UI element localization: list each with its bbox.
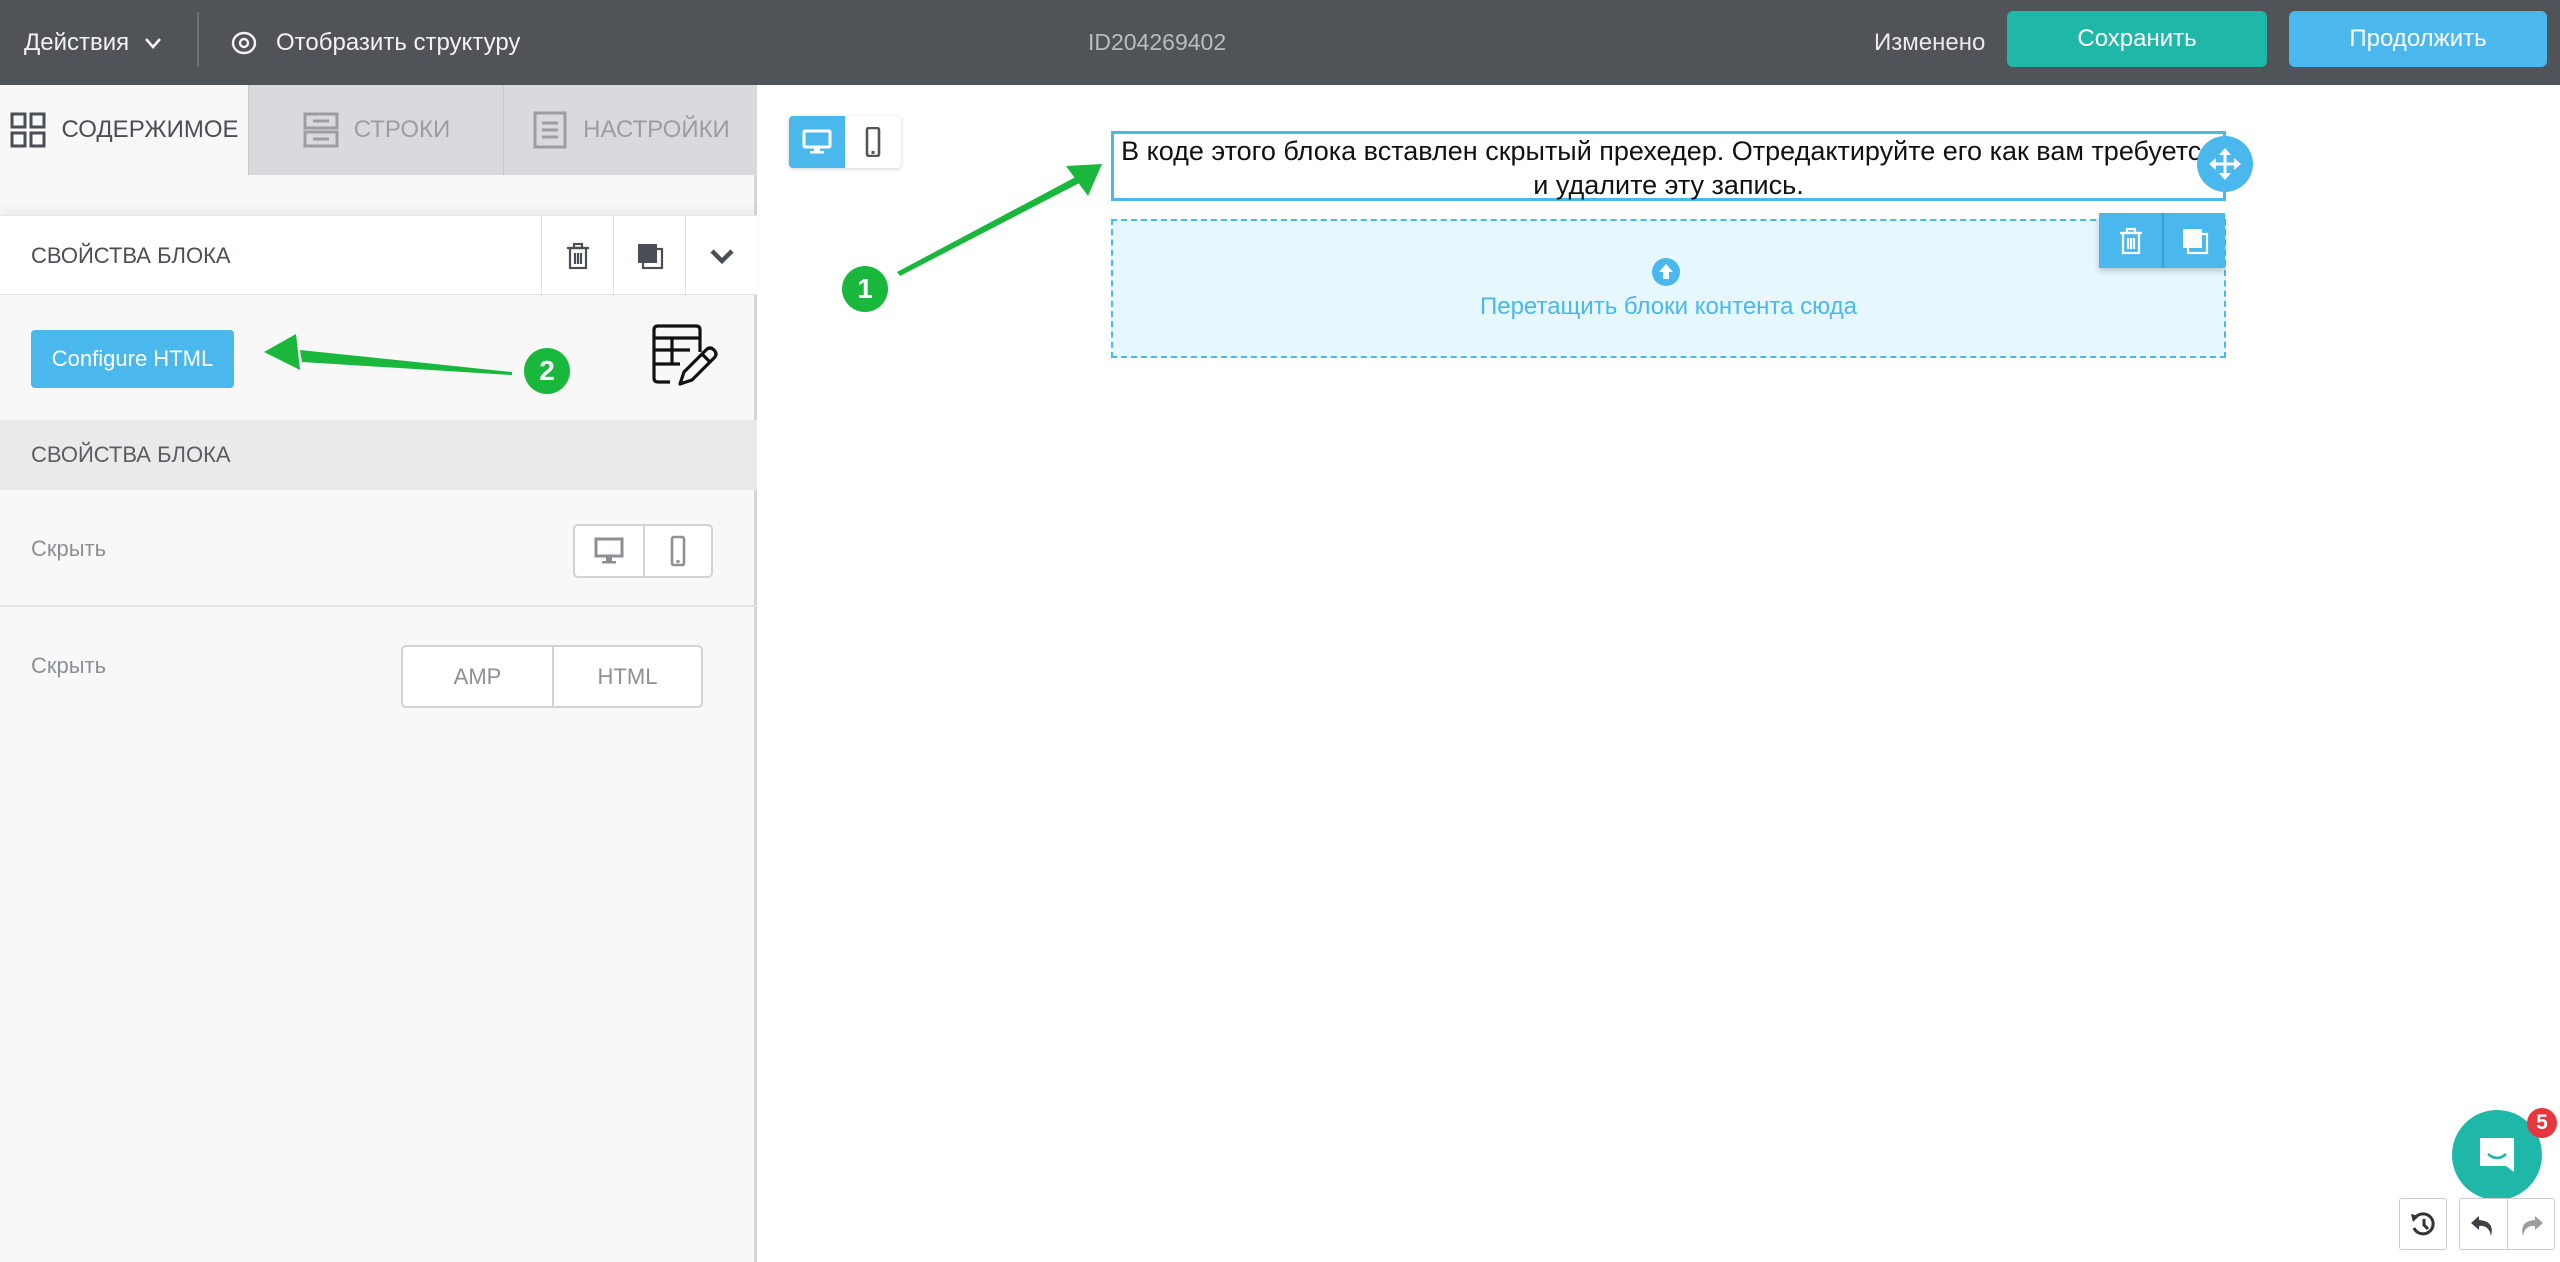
chevron-down-icon xyxy=(709,249,734,265)
annotation-marker-2: 2 xyxy=(524,348,570,394)
duplicate-row-button[interactable] xyxy=(2162,213,2225,268)
move-icon xyxy=(2209,148,2241,180)
drop-zone-text: Перетащить блоки контента сюда xyxy=(1479,293,1857,320)
continue-button[interactable]: Продолжить xyxy=(2289,11,2547,67)
trash-icon xyxy=(566,242,589,270)
actions-label: Действия xyxy=(24,28,130,56)
save-button[interactable]: Сохранить xyxy=(2007,11,2267,67)
show-structure-label: Отобразить структуру xyxy=(276,28,521,56)
top-bar: Действия Отобразить структуру ID20426940… xyxy=(0,0,2560,85)
trash-icon xyxy=(2119,227,2142,254)
tab-content[interactable]: СОДЕРЖИМОЕ xyxy=(0,85,248,175)
editor-canvas: В коде этого блока вставлен скрытый прех… xyxy=(760,85,2560,1262)
hide-device-row: Скрыть xyxy=(0,490,757,607)
preheader-text-block[interactable]: В коде этого блока вставлен скрытый прех… xyxy=(1111,131,2226,201)
chat-icon xyxy=(2480,1138,2514,1172)
sidebar-tabs: СОДЕРЖИМОЕ СТРОКИ НАСТРОЙКИ xyxy=(0,85,757,175)
hide-mobile-option[interactable] xyxy=(643,526,711,576)
history-button[interactable] xyxy=(2399,1198,2447,1250)
section-header: СВОЙСТВА БЛОКА xyxy=(0,420,757,490)
tab-settings-label: НАСТРОЙКИ xyxy=(583,116,730,143)
annotation-marker-1: 1 xyxy=(842,266,888,312)
redo-button[interactable] xyxy=(2506,1199,2554,1249)
undo-icon xyxy=(2471,1216,2493,1236)
undo-button[interactable] xyxy=(2460,1199,2507,1249)
hide-html-option[interactable]: HTML xyxy=(552,647,701,706)
copy-icon xyxy=(637,244,663,270)
rows-icon xyxy=(303,112,339,148)
settings-doc-icon xyxy=(533,111,567,149)
show-structure-button[interactable]: Отобразить структуру xyxy=(230,0,520,85)
eye-icon xyxy=(231,31,257,54)
hide-format-toggle: AMP HTML xyxy=(401,645,703,708)
save-status: Изменено xyxy=(1874,28,1986,56)
drop-zone[interactable]: Перетащить блоки контента сюда xyxy=(1111,219,2226,358)
document-id: ID204269402 xyxy=(1088,29,1227,55)
tab-settings[interactable]: НАСТРОЙКИ xyxy=(503,85,757,175)
desktop-icon xyxy=(802,129,832,154)
hide-format-label: Скрыть xyxy=(31,652,107,678)
tab-rows[interactable]: СТРОКИ xyxy=(248,85,503,175)
row-toolbar xyxy=(2099,213,2225,268)
move-handle[interactable] xyxy=(2197,136,2253,192)
mobile-icon xyxy=(865,127,881,157)
configure-html-button[interactable]: Configure HTML xyxy=(31,330,234,388)
copy-icon xyxy=(2182,228,2208,254)
delete-block-button[interactable] xyxy=(541,216,613,296)
table-edit-icon xyxy=(652,324,718,386)
section-title: СВОЙСТВА БЛОКА xyxy=(31,442,231,467)
history-icon xyxy=(2411,1212,2435,1236)
actions-menu[interactable]: Действия xyxy=(24,0,163,85)
tab-rows-label: СТРОКИ xyxy=(353,116,451,143)
mobile-preview-button[interactable] xyxy=(845,116,901,168)
desktop-icon xyxy=(594,537,624,564)
mobile-icon xyxy=(670,535,686,567)
chevron-down-icon xyxy=(145,37,162,49)
hide-device-label: Скрыть xyxy=(31,535,107,561)
tab-content-label: СОДЕРЖИМОЕ xyxy=(61,116,239,143)
panel-title: СВОЙСТВА БЛОКА xyxy=(31,243,231,268)
preview-device-toggle xyxy=(789,116,901,168)
block-properties-header: СВОЙСТВА БЛОКА xyxy=(0,215,757,296)
redo-icon xyxy=(2522,1216,2543,1236)
undo-redo-group xyxy=(2459,1198,2555,1250)
grid-icon xyxy=(10,112,46,148)
hide-amp-option[interactable]: AMP xyxy=(403,647,552,706)
delete-row-button[interactable] xyxy=(2099,213,2162,268)
divider xyxy=(197,12,199,67)
hide-desktop-option[interactable] xyxy=(575,526,643,576)
chat-unread-badge: 5 xyxy=(2527,1108,2557,1138)
collapse-button[interactable] xyxy=(685,216,757,296)
hide-format-row: Скрыть AMP HTML xyxy=(0,607,757,724)
duplicate-block-button[interactable] xyxy=(613,216,685,296)
desktop-preview-button[interactable] xyxy=(789,116,845,168)
sidebar: СОДЕРЖИМОЕ СТРОКИ НАСТРОЙКИ СВОЙСТВА БЛО… xyxy=(0,85,757,1262)
hide-device-toggle xyxy=(573,524,713,578)
upload-arrow-icon xyxy=(1652,258,1680,286)
